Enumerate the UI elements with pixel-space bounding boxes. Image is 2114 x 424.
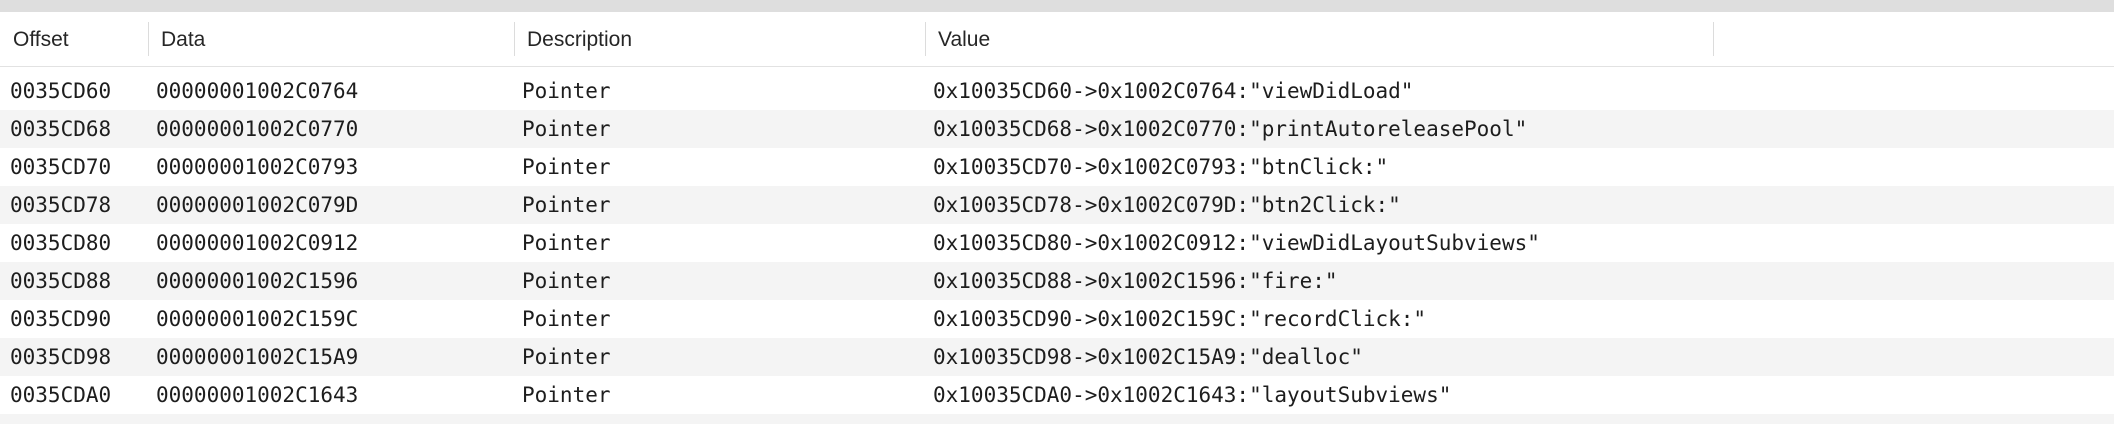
data-cell: 00000001002C159C bbox=[156, 307, 359, 331]
value-cell: 0x10035CD68->0x1002C0770:"printAutorelea… bbox=[933, 117, 1528, 141]
column-header-description[interactable]: Description bbox=[514, 12, 925, 67]
column-header-value[interactable]: Value bbox=[925, 12, 1713, 67]
value-cell: 0x10035CD98->0x1002C15A9:"dealloc" bbox=[933, 345, 1363, 369]
description-cell: Pointer bbox=[522, 231, 611, 255]
offset-cell: 0035CD78 bbox=[10, 193, 112, 217]
description-cell: Pointer bbox=[522, 269, 611, 293]
value-cell: 0x10035CD80->0x1002C0912:"viewDidLayoutS… bbox=[933, 231, 1540, 255]
value-cell: 0x10035CD88->0x1002C1596:"fire:" bbox=[933, 269, 1338, 293]
column-header-data[interactable]: Data bbox=[148, 12, 514, 67]
offset-cell: 0035CDA0 bbox=[10, 383, 112, 407]
offset-cell: 0035CD88 bbox=[10, 269, 112, 293]
description-cell: Pointer bbox=[522, 307, 611, 331]
column-header-offset[interactable]: Offset bbox=[0, 12, 148, 67]
table-row[interactable]: 0035CD80 00000001002C0912 Pointer 0x1003… bbox=[0, 224, 2114, 262]
data-cell: 00000001002C0764 bbox=[156, 79, 359, 103]
table-body: 0035CD60 00000001002C0764 Pointer 0x1003… bbox=[0, 72, 2114, 414]
value-cell: 0x10035CD60->0x1002C0764:"viewDidLoad" bbox=[933, 79, 1414, 103]
partial-table-row[interactable] bbox=[0, 414, 2114, 424]
offset-cell: 0035CD70 bbox=[10, 155, 112, 179]
description-cell: Pointer bbox=[522, 79, 611, 103]
table-row[interactable]: 0035CD90 00000001002C159C Pointer 0x1003… bbox=[0, 300, 2114, 338]
offset-cell: 0035CD60 bbox=[10, 79, 112, 103]
value-cell: 0x10035CD78->0x1002C079D:"btn2Click:" bbox=[933, 193, 1401, 217]
description-cell: Pointer bbox=[522, 155, 611, 179]
offset-cell: 0035CD80 bbox=[10, 231, 112, 255]
offset-cell: 0035CD90 bbox=[10, 307, 112, 331]
description-cell: Pointer bbox=[522, 383, 611, 407]
value-cell: 0x10035CD90->0x1002C159C:"recordClick:" bbox=[933, 307, 1427, 331]
table-row[interactable]: 0035CDA0 00000001002C1643 Pointer 0x1003… bbox=[0, 376, 2114, 414]
offset-cell: 0035CD68 bbox=[10, 117, 112, 141]
value-cell: 0x10035CD70->0x1002C0793:"btnClick:" bbox=[933, 155, 1389, 179]
table-row[interactable]: 0035CD70 00000001002C0793 Pointer 0x1003… bbox=[0, 148, 2114, 186]
table-row[interactable]: 0035CD68 00000001002C0770 Pointer 0x1003… bbox=[0, 110, 2114, 148]
data-cell: 00000001002C0770 bbox=[156, 117, 359, 141]
table-row[interactable]: 0035CD60 00000001002C0764 Pointer 0x1003… bbox=[0, 72, 2114, 110]
table-row[interactable]: 0035CD98 00000001002C15A9 Pointer 0x1003… bbox=[0, 338, 2114, 376]
window-top-edge bbox=[0, 0, 2114, 12]
data-cell: 00000001002C1596 bbox=[156, 269, 359, 293]
column-resize-handle[interactable] bbox=[1713, 22, 1714, 56]
table-header: Offset Data Description Value bbox=[0, 12, 2114, 67]
description-cell: Pointer bbox=[522, 193, 611, 217]
value-cell: 0x10035CDA0->0x1002C1643:"layoutSubviews… bbox=[933, 383, 1452, 407]
data-cell: 00000001002C1643 bbox=[156, 383, 359, 407]
table-row[interactable]: 0035CD78 00000001002C079D Pointer 0x1003… bbox=[0, 186, 2114, 224]
data-cell: 00000001002C0912 bbox=[156, 231, 359, 255]
data-cell: 00000001002C0793 bbox=[156, 155, 359, 179]
offset-cell: 0035CD98 bbox=[10, 345, 112, 369]
data-cell: 00000001002C15A9 bbox=[156, 345, 359, 369]
description-cell: Pointer bbox=[522, 117, 611, 141]
table-row[interactable]: 0035CD88 00000001002C1596 Pointer 0x1003… bbox=[0, 262, 2114, 300]
data-cell: 00000001002C079D bbox=[156, 193, 359, 217]
description-cell: Pointer bbox=[522, 345, 611, 369]
